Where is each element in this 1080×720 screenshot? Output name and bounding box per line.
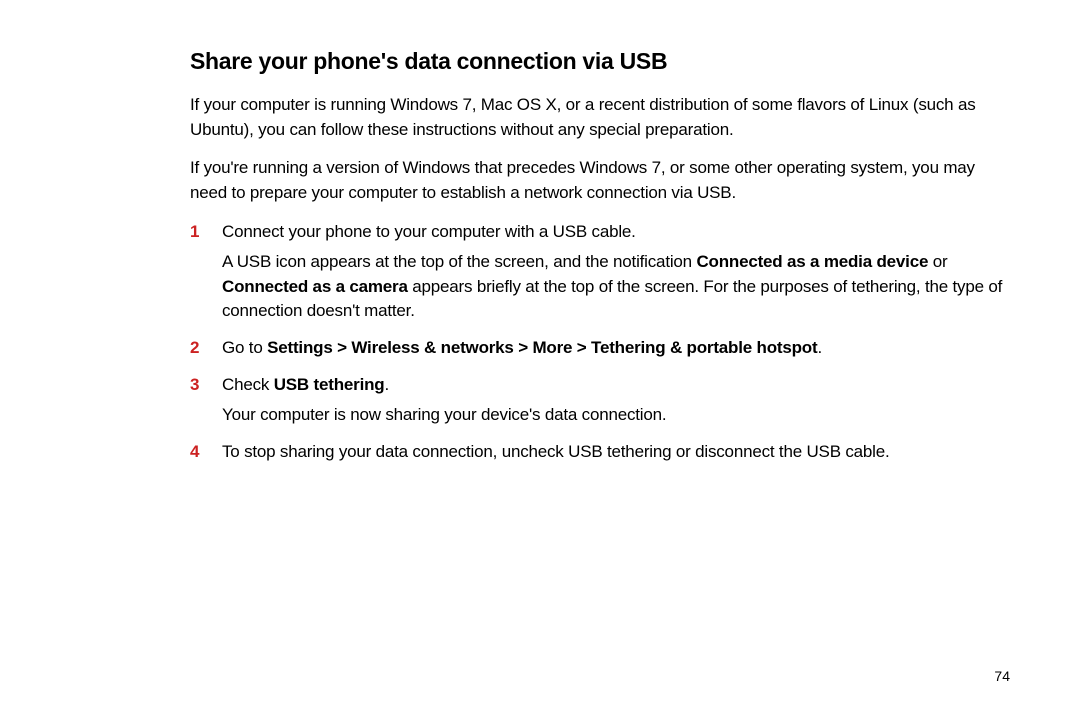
step-content: Go to Settings > Wireless & networks > M… (222, 336, 1010, 361)
bold-text: Settings > Wireless & networks > More > … (267, 338, 817, 357)
section-heading: Share your phone's data connection via U… (190, 48, 1010, 75)
step-content: Connect your phone to your computer with… (222, 220, 1010, 325)
step-number: 3 (190, 373, 222, 428)
bold-text: Connected as a camera (222, 277, 408, 296)
bold-text: USB tethering (274, 375, 385, 394)
intro-paragraph-1: If your computer is running Windows 7, M… (190, 93, 1010, 142)
step-number: 2 (190, 336, 222, 361)
step-text: Check USB tethering. (222, 373, 1010, 398)
step-3: 3 Check USB tethering. Your computer is … (190, 373, 1010, 428)
text-fragment: or (928, 252, 947, 271)
steps-list: 1 Connect your phone to your computer wi… (190, 220, 1010, 465)
step-number: 1 (190, 220, 222, 325)
step-text: Connect your phone to your computer with… (222, 220, 1010, 245)
step-content: To stop sharing your data connection, un… (222, 440, 1010, 465)
text-fragment: A USB icon appears at the top of the scr… (222, 252, 696, 271)
step-2: 2 Go to Settings > Wireless & networks >… (190, 336, 1010, 361)
step-subtext: Your computer is now sharing your device… (222, 403, 1010, 428)
step-4: 4 To stop sharing your data connection, … (190, 440, 1010, 465)
text-fragment: Check (222, 375, 274, 394)
step-1: 1 Connect your phone to your computer wi… (190, 220, 1010, 325)
bold-text: Connected as a media device (696, 252, 928, 271)
step-number: 4 (190, 440, 222, 465)
step-content: Check USB tethering. Your computer is no… (222, 373, 1010, 428)
intro-paragraph-2: If you're running a version of Windows t… (190, 156, 1010, 205)
step-subtext: A USB icon appears at the top of the scr… (222, 250, 1010, 324)
text-fragment: Go to (222, 338, 267, 357)
text-fragment: . (817, 338, 822, 357)
page-number: 74 (994, 668, 1010, 684)
text-fragment: . (384, 375, 389, 394)
